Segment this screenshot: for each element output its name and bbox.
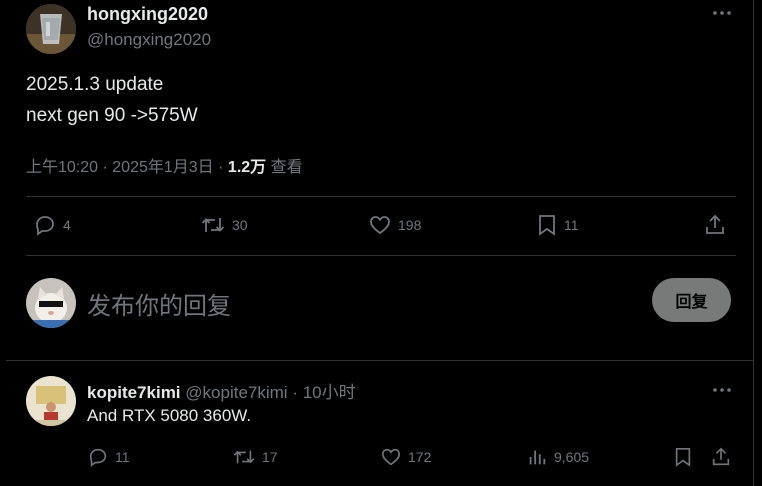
author-handle[interactable]: @hongxing2020 (87, 30, 211, 50)
reply-count: 4 (63, 217, 71, 233)
divider (26, 255, 736, 256)
retweet-icon (201, 218, 225, 232)
reply-author-avatar[interactable] (26, 376, 76, 426)
separator-dot: · (102, 159, 108, 176)
separator-dot: · (218, 159, 224, 176)
views-count: 9,605 (554, 449, 590, 465)
heart-icon (381, 448, 401, 466)
views-count: 1.2万 (227, 159, 267, 176)
reply-action[interactable]: 4 (33, 213, 71, 237)
more-options-icon[interactable] (712, 381, 732, 402)
like-count: 198 (398, 217, 422, 233)
views-action[interactable]: 9,605 (526, 446, 589, 468)
tweet-text: 2025.1.3 update next gen 90 ->575W (26, 69, 198, 131)
reply-action[interactable]: 11 (87, 446, 130, 468)
bookmark-count: 11 (564, 217, 579, 233)
reply-button[interactable]: 回复 (652, 278, 731, 322)
share-icon (706, 214, 724, 234)
like-count: 172 (408, 449, 432, 465)
bookmark-icon (539, 215, 555, 236)
reply-author-name[interactable]: kopite7kimi (87, 383, 181, 402)
tweet-thread: hongxing2020 @hongxing2020 2025.1.3 upda… (0, 0, 754, 486)
reply-input[interactable]: 发布你的回复 (87, 286, 231, 321)
cat-avatar-image (26, 278, 76, 328)
more-options-icon[interactable] (712, 4, 732, 25)
retweet-count: 17 (262, 449, 278, 465)
tweet-text-line: next gen 90 ->575W (26, 105, 198, 126)
share-action[interactable] (710, 446, 732, 468)
retweet-icon (233, 450, 255, 464)
like-action[interactable]: 198 (368, 213, 421, 237)
tweet-metadata: 上午10:20 · 2025年1月3日 · 1.2万 查看 (26, 153, 303, 177)
author-name[interactable]: hongxing2020 (87, 4, 208, 25)
divider (26, 196, 736, 197)
reply-icon (36, 216, 54, 236)
separator-dot: · (292, 383, 298, 402)
tweet-text-line: 2025.1.3 update (26, 74, 164, 95)
retweet-count: 30 (232, 217, 248, 233)
retweet-action[interactable]: 30 (200, 213, 248, 237)
author-avatar[interactable] (26, 4, 76, 54)
my-avatar[interactable] (26, 278, 76, 328)
tweet-time[interactable]: 上午10:20 (26, 159, 98, 176)
bookmark-action[interactable] (673, 446, 693, 468)
tweet-date[interactable]: 2025年1月3日 (112, 159, 213, 176)
share-icon (712, 447, 730, 466)
bookmark-icon (675, 448, 691, 467)
person-avatar-image (26, 376, 76, 426)
glass-avatar-image (26, 4, 76, 54)
heart-icon (370, 216, 390, 235)
share-action[interactable] (703, 213, 727, 237)
like-action[interactable]: 172 (380, 446, 431, 468)
reply-header: kopite7kimi @kopite7kimi · 10小时 (87, 378, 356, 403)
analytics-icon (529, 450, 546, 465)
reply-author-handle[interactable]: @kopite7kimi (185, 383, 287, 402)
retweet-action[interactable]: 17 (232, 446, 278, 468)
reply-text: And RTX 5080 360W. (87, 406, 252, 425)
reply-count: 11 (115, 449, 130, 465)
reply-icon (89, 448, 107, 467)
views-label: 查看 (270, 159, 303, 176)
divider (6, 360, 754, 361)
bookmark-action[interactable]: 11 (536, 213, 579, 237)
reply-time[interactable]: 10小时 (303, 383, 356, 402)
